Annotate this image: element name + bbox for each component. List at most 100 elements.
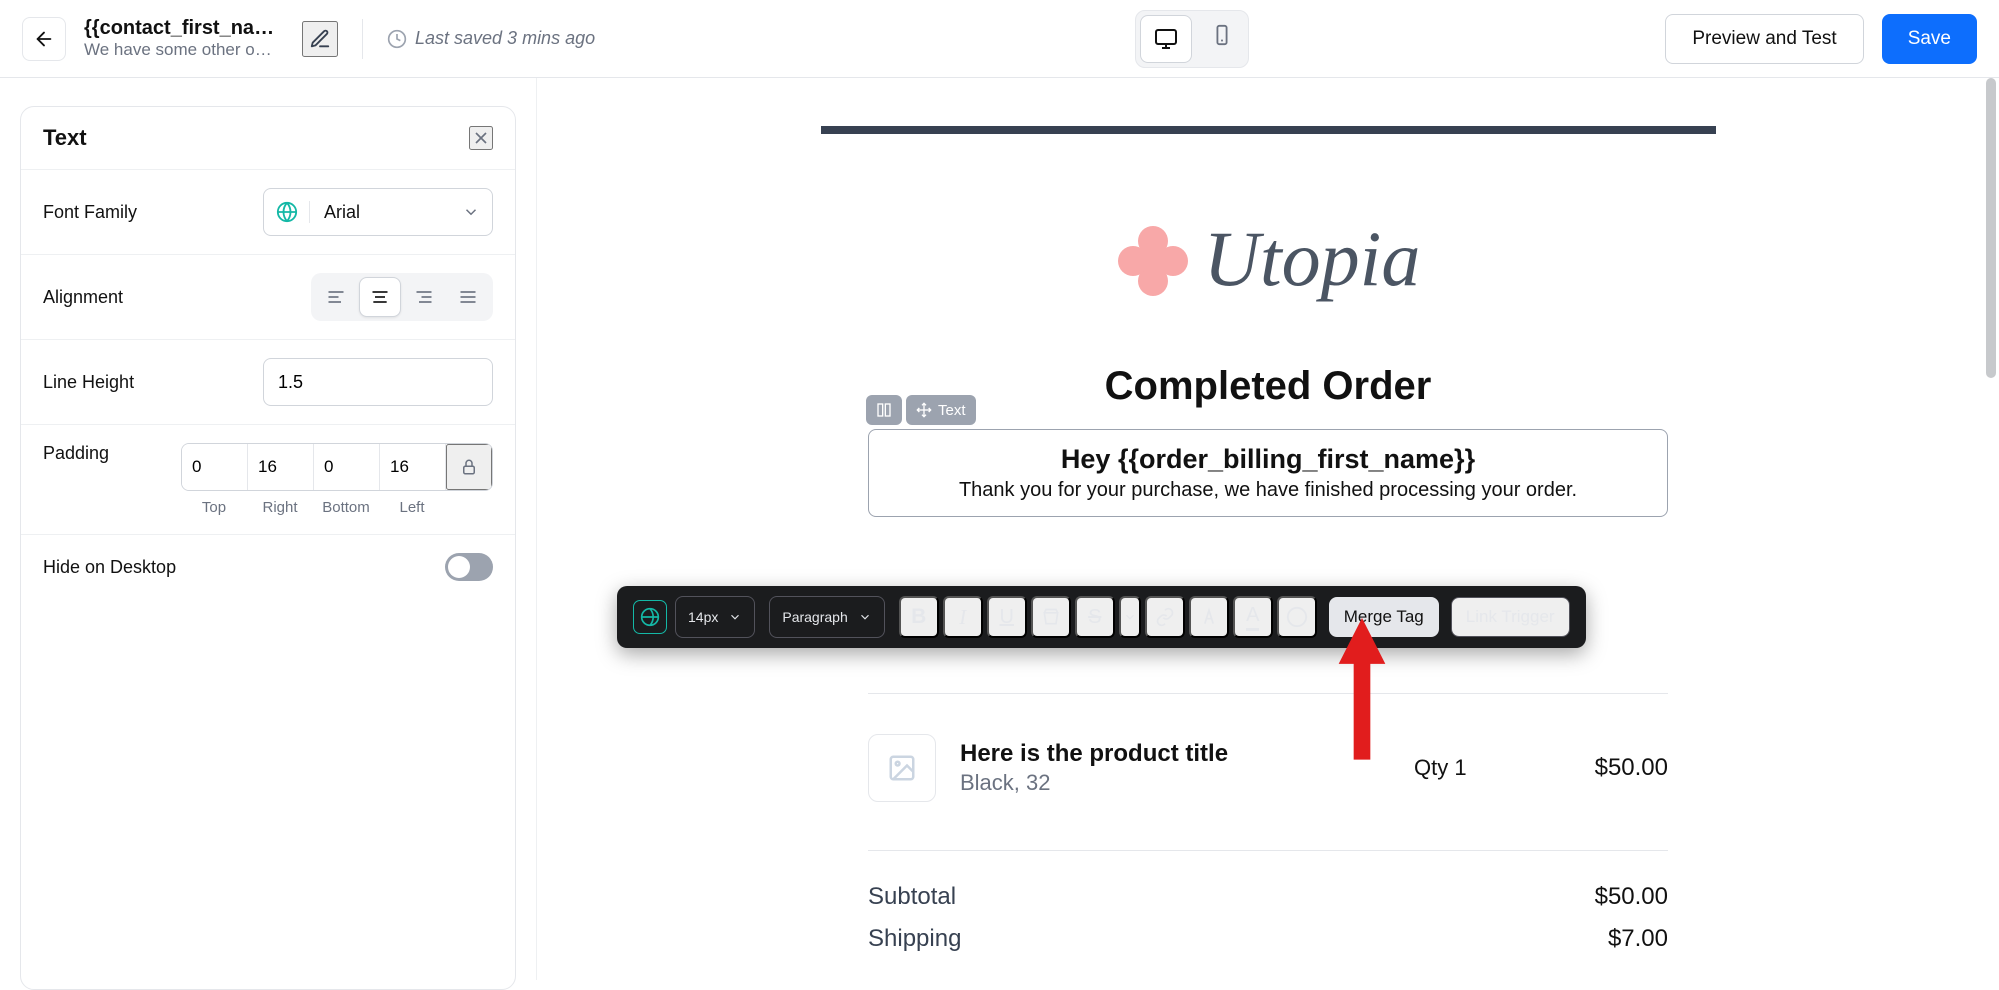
pad-label-top: Top [181,499,247,516]
clock-icon [387,29,407,49]
divider [362,19,363,59]
link-icon [1155,607,1175,627]
document-title: {{contact_first_nam… We have some other … [84,17,284,60]
product-image-placeholder [868,734,936,802]
thanks-line[interactable]: Thank you for your purchase, we have fin… [893,479,1643,502]
line-height-label: Line Height [43,372,134,393]
product-price: $50.00 [1548,754,1668,782]
align-justify-button[interactable] [447,277,489,317]
highlight-button[interactable]: A [1233,596,1273,638]
line-height-input[interactable] [263,358,493,406]
save-button[interactable]: Save [1882,14,1977,64]
bold-button[interactable]: B [899,596,939,638]
globe-icon [276,201,298,223]
product-qty: Qty 1 [1414,755,1524,781]
shipping-value: $7.00 [1608,925,1668,953]
link-trigger-button[interactable]: Link Trigger [1451,597,1570,637]
desktop-view-button[interactable] [1140,15,1192,63]
annotation-arrow [1337,618,1387,768]
move-icon [916,402,932,418]
font-size-select[interactable]: 14px [675,596,755,638]
mobile-view-button[interactable] [1196,11,1248,59]
email-header-bar [821,126,1716,134]
topbar: {{contact_first_nam… We have some other … [0,0,1999,78]
padding-label: Padding [43,443,109,464]
pad-label-left: Left [379,499,445,516]
padding-bottom-input[interactable] [314,444,380,490]
panel-title: Text [43,125,87,151]
block-type-value: Paragraph [782,609,847,625]
chevron-down-icon [462,203,480,221]
richtext-toolbar: 14px Paragraph B I U S A Merge Tag Link … [617,586,1586,648]
shipping-label: Shipping [868,925,961,953]
font-family-select[interactable]: Arial [263,188,493,236]
chevron-down-icon [858,610,872,624]
alignment-label: Alignment [43,287,123,308]
hide-desktop-label: Hide on Desktop [43,557,176,578]
italic-button[interactable]: I [943,596,983,638]
padding-left-input[interactable] [380,444,446,490]
preview-test-button[interactable]: Preview and Test [1665,14,1863,64]
pad-label-bottom: Bottom [313,499,379,516]
rename-button[interactable] [302,21,338,57]
padding-inputs [181,443,493,491]
logo: Utopia [818,214,1718,304]
underline-button[interactable]: U [987,596,1027,638]
panel-close-button[interactable] [469,126,493,150]
text-color-icon [1199,607,1219,627]
product-title: Here is the product title [960,740,1390,768]
image-icon [887,753,917,783]
subtotal-label: Subtotal [868,883,956,911]
side-panel: Text Font Family Arial Alignment [0,78,536,980]
autosave-status: Last saved 3 mins ago [387,28,595,49]
globe-icon [640,607,660,627]
align-right-button[interactable] [403,277,445,317]
padding-right-input[interactable] [248,444,314,490]
smartphone-icon [1211,24,1233,46]
title-line-2: We have some other o… [84,40,284,60]
columns-icon [876,402,892,418]
bucket-button[interactable] [1031,596,1071,638]
text-block-tag-label: Text [938,402,966,419]
title-line-1: {{contact_first_nam… [84,17,284,40]
clover-icon [1116,224,1186,294]
scrollbar[interactable] [1986,78,1996,378]
font-size-value: 14px [688,609,718,625]
padding-lock-button[interactable] [446,444,492,490]
product-variant: Black, 32 [960,770,1390,796]
chevron-down-icon [728,610,742,624]
close-icon [471,128,491,148]
arrow-left-icon [33,28,55,50]
selected-text-block[interactable]: Text Hey {{order_billing_first_name}} Th… [868,429,1668,517]
align-left-button[interactable] [315,277,357,317]
back-button[interactable] [22,17,66,61]
chevron-down-icon [1123,610,1137,624]
padding-top-input[interactable] [182,444,248,490]
bg-color-button[interactable] [1277,596,1317,638]
circle-icon [1286,606,1308,628]
pad-label-right: Right [247,499,313,516]
align-center-button[interactable] [359,277,401,317]
align-center-icon [370,287,390,307]
hey-line[interactable]: Hey {{order_billing_first_name}} [893,444,1643,475]
monitor-icon [1154,27,1178,51]
strikethrough-button[interactable]: S [1075,596,1115,638]
text-block-tag[interactable]: Text [906,395,976,425]
strike-more-button[interactable] [1119,596,1141,638]
link-button[interactable] [1145,596,1185,638]
logo-text: Utopia [1204,214,1421,304]
pencil-icon [309,28,331,50]
canvas: Utopia Completed Order Text Hey {{order_… [536,78,1999,980]
align-right-icon [414,287,434,307]
subtotal-value: $50.00 [1595,883,1668,911]
toolbar-globe-button[interactable] [633,600,667,634]
align-left-icon [326,287,346,307]
bucket-icon [1041,607,1061,627]
text-color-button[interactable] [1189,596,1229,638]
block-type-select[interactable]: Paragraph [769,596,884,638]
columns-tag[interactable] [866,395,902,425]
font-family-value: Arial [310,202,450,223]
hide-desktop-toggle[interactable] [445,553,493,581]
align-justify-icon [458,287,478,307]
lock-icon [460,458,478,476]
